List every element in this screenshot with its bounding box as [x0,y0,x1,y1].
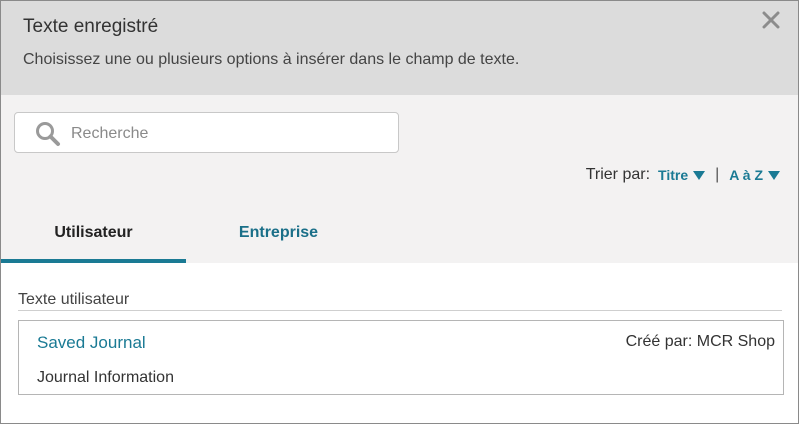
toolbar: Trier par: Titre | A à Z Utilisateur Ent… [1,95,798,263]
dialog-header: Texte enregistré Choisissez une ou plusi… [1,1,798,95]
sort-label: Trier par: [585,166,651,183]
search-input[interactable] [69,120,393,148]
tab-bar: Utilisateur Entreprise [1,215,798,263]
item-creator: Créé par: MCR Shop [625,333,775,350]
sort-order-value: A à Z [729,167,763,183]
close-button[interactable] [762,11,780,29]
item-name-link[interactable]: Saved Journal [37,333,146,353]
tab-utilisateur[interactable]: Utilisateur [1,215,186,263]
tab-entreprise[interactable]: Entreprise [186,215,371,263]
sort-separator: | [715,166,720,183]
item-description: Journal Information [37,369,174,386]
sort-order-dropdown[interactable]: A à Z [729,167,780,183]
close-icon [762,11,780,29]
sort-field-dropdown[interactable]: Titre [658,167,706,183]
saved-text-item[interactable]: Saved Journal Créé par: MCR Shop Journal… [18,320,784,395]
search-box[interactable] [14,112,399,153]
sort-controls: Trier par: Titre | A à Z [586,166,780,184]
triangle-down-icon [693,170,706,180]
section-label: Texte utilisateur [18,291,130,308]
triangle-down-icon [768,170,780,180]
dialog-subtitle: Choisissez une ou plusieurs options à in… [23,51,520,68]
section-divider [18,310,782,311]
content-area: Texte utilisateur Saved Journal Créé par… [1,263,798,423]
search-icon [36,122,60,146]
saved-text-dialog: Texte enregistré Choisissez une ou plusi… [0,0,799,424]
sort-field-value: Titre [658,167,689,183]
dialog-title: Texte enregistré [23,16,159,37]
